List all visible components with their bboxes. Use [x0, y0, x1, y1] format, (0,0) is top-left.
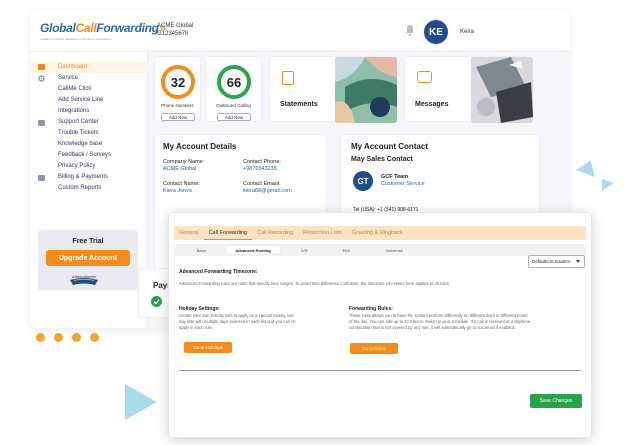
- decorative-triangle-small-1: [576, 157, 600, 177]
- brand-logo[interactable]: GlobalCallForwarding»: [40, 21, 166, 35]
- forwarding-rules-description-line-3: combination that is not covered by any r…: [349, 325, 516, 330]
- holiday-settings-title: Holiday Settings:: [179, 306, 220, 312]
- decorative-triangle-large: [125, 384, 157, 420]
- subtab-basic[interactable]: Basic: [184, 246, 219, 254]
- document-icon: [282, 71, 294, 85]
- account-contact-title: My Account Contact: [351, 142, 429, 151]
- gear-icon: [38, 75, 45, 82]
- sidebar-item-billing-payments[interactable]: Billing & Payments: [58, 174, 108, 180]
- app-screenshot: GlobalCallForwarding» Leaders In Global …: [0, 0, 635, 445]
- statements-title: Statements: [280, 101, 318, 108]
- timezone-select[interactable]: Default/US Eastern: [528, 255, 585, 268]
- sidebar-item-privacy-policy[interactable]: Privacy Policy: [58, 163, 95, 169]
- contact-dept: Customer Service: [381, 181, 425, 187]
- account-number: G12345678: [157, 31, 189, 37]
- tab-call-forwarding[interactable]: Call Forwarding: [203, 226, 253, 240]
- call-forwarding-settings-panel: General Call Forwarding Call Recording R…: [168, 212, 592, 438]
- forwarding-subtabs: Basic Advanced Routing IVR PAX Voicemail: [174, 244, 586, 256]
- billing-icon: [38, 175, 45, 181]
- statements-artwork: [335, 57, 397, 123]
- chat-icon: [38, 120, 45, 126]
- sidebar-active-highlight: [30, 62, 148, 73]
- contact-phone-value: +9876543235: [243, 166, 277, 172]
- bell-icon[interactable]: [405, 24, 415, 36]
- upgrade-account-button[interactable]: Upgrade Account: [46, 250, 130, 266]
- subtab-ivr[interactable]: IVR: [287, 246, 322, 254]
- sidebar-item-integrations[interactable]: Integrations: [58, 108, 89, 114]
- phone-numbers-ring: 32: [161, 65, 195, 99]
- user-avatar[interactable]: KE: [424, 20, 448, 44]
- partner-logo: unitedcallcenter: [70, 275, 98, 285]
- check-circle-icon: [151, 296, 162, 307]
- top-bar: GlobalCallForwarding» Leaders In Global …: [30, 10, 570, 52]
- save-changes-button[interactable]: Save Changes: [530, 394, 582, 408]
- forwarding-rules-title: Forwarding Rules:: [349, 306, 393, 312]
- holiday-settings-description-line-3: apply in each rule.: [179, 325, 213, 330]
- sidebar-item-knowledge-base[interactable]: Knowledge base: [58, 141, 102, 147]
- settings-tabs: General Call Forwarding Call Recording R…: [174, 226, 586, 240]
- sales-contact-subtitle: May Sales Contact: [351, 156, 413, 163]
- company-name-value: ACME Global: [163, 166, 197, 172]
- sidebar-item-dashboard[interactable]: Dashboard: [58, 64, 87, 70]
- statements-card[interactable]: Statements: [269, 56, 397, 123]
- subtab-pax[interactable]: PAX: [329, 246, 364, 254]
- account-info: ACME Global G12345678: [157, 22, 193, 38]
- advanced-timezone-description: Advanced Forwarding rules are rules that…: [179, 281, 451, 286]
- tab-restriction-lists[interactable]: Restriction Lists: [298, 226, 347, 240]
- account-name: ACME Global: [157, 23, 194, 29]
- contact-email-value[interactable]: kiera88@gmail.com: [243, 188, 292, 194]
- sidebar-item-support-center[interactable]: Support Center: [58, 119, 99, 125]
- brand-tagline: Leaders In Global Telephony & Virtual Co…: [40, 37, 112, 41]
- contact-email-label: Contact Emaol:: [243, 181, 281, 187]
- tab-greeting-ringback[interactable]: Greeting & Ringback: [347, 226, 408, 240]
- dashboard-icon: [38, 64, 45, 70]
- messages-card[interactable]: Messages: [404, 56, 533, 123]
- user-name[interactable]: Keira: [460, 29, 474, 35]
- company-name-label: Company Name:: [163, 159, 205, 165]
- panel-divider: [179, 370, 581, 371]
- tab-general[interactable]: General: [174, 226, 204, 240]
- messages-title: Messages: [415, 101, 449, 108]
- sidebar-item-custom-reports[interactable]: Custom Reports: [58, 185, 101, 191]
- chevron-down-icon: [576, 260, 580, 263]
- go-to-rules-button[interactable]: Go to Rules: [350, 343, 398, 354]
- decorative-triangle-small-2: [596, 174, 614, 192]
- sidebar-item-feedback-surveys[interactable]: Feedback / Surveys: [58, 152, 111, 158]
- contact-team: GCF Team: [381, 174, 409, 180]
- timezone-select-value: Default/US Eastern: [532, 259, 571, 264]
- free-trial-title: Free Trial: [72, 238, 104, 245]
- outbound-calling-ring: 66: [217, 65, 251, 99]
- contact-phone-label: Contact Phone:: [243, 159, 281, 165]
- go-to-holidays-button[interactable]: Go to Holidays: [184, 342, 232, 353]
- subtab-advanced-routing[interactable]: Advanced Routing: [226, 246, 280, 254]
- outbound-calling-label: Outbound Calling: [216, 103, 251, 108]
- sidebar-item-add-service-line[interactable]: Add Service Line: [58, 97, 103, 103]
- phone-numbers-label: Phone Numbers: [161, 103, 194, 108]
- contact-name-value: Kiera Jones: [163, 188, 193, 194]
- sidebar-item-callme-click[interactable]: CallMe Click: [58, 86, 91, 92]
- advanced-timezone-title: Advanced Forwarding Timezone:: [179, 269, 258, 275]
- account-details-title: My Account Details: [163, 142, 237, 151]
- contact-name-label: Contact Name:: [163, 181, 200, 187]
- subtab-voicemail[interactable]: Voicemail: [372, 246, 416, 254]
- sidebar: Dashboard Service CallMe Click Add Servi…: [30, 52, 148, 328]
- messages-artwork: [471, 57, 533, 123]
- tab-call-recording[interactable]: Call Recording: [252, 226, 298, 240]
- sidebar-item-trouble-tickets[interactable]: Trouble Tickets: [58, 130, 98, 136]
- phone-numbers-card: 32 Phone Numbers Add New: [154, 56, 201, 122]
- outbound-calling-card: 66 Outbound Calling Add New: [205, 56, 262, 122]
- add-outbound-button[interactable]: Add New: [217, 113, 251, 121]
- message-icon: [417, 71, 432, 83]
- decorative-dots: [36, 333, 99, 342]
- sidebar-item-service[interactable]: Service: [58, 75, 78, 81]
- add-phone-number-button[interactable]: Add New: [161, 113, 195, 121]
- contact-avatar: GT: [353, 171, 373, 191]
